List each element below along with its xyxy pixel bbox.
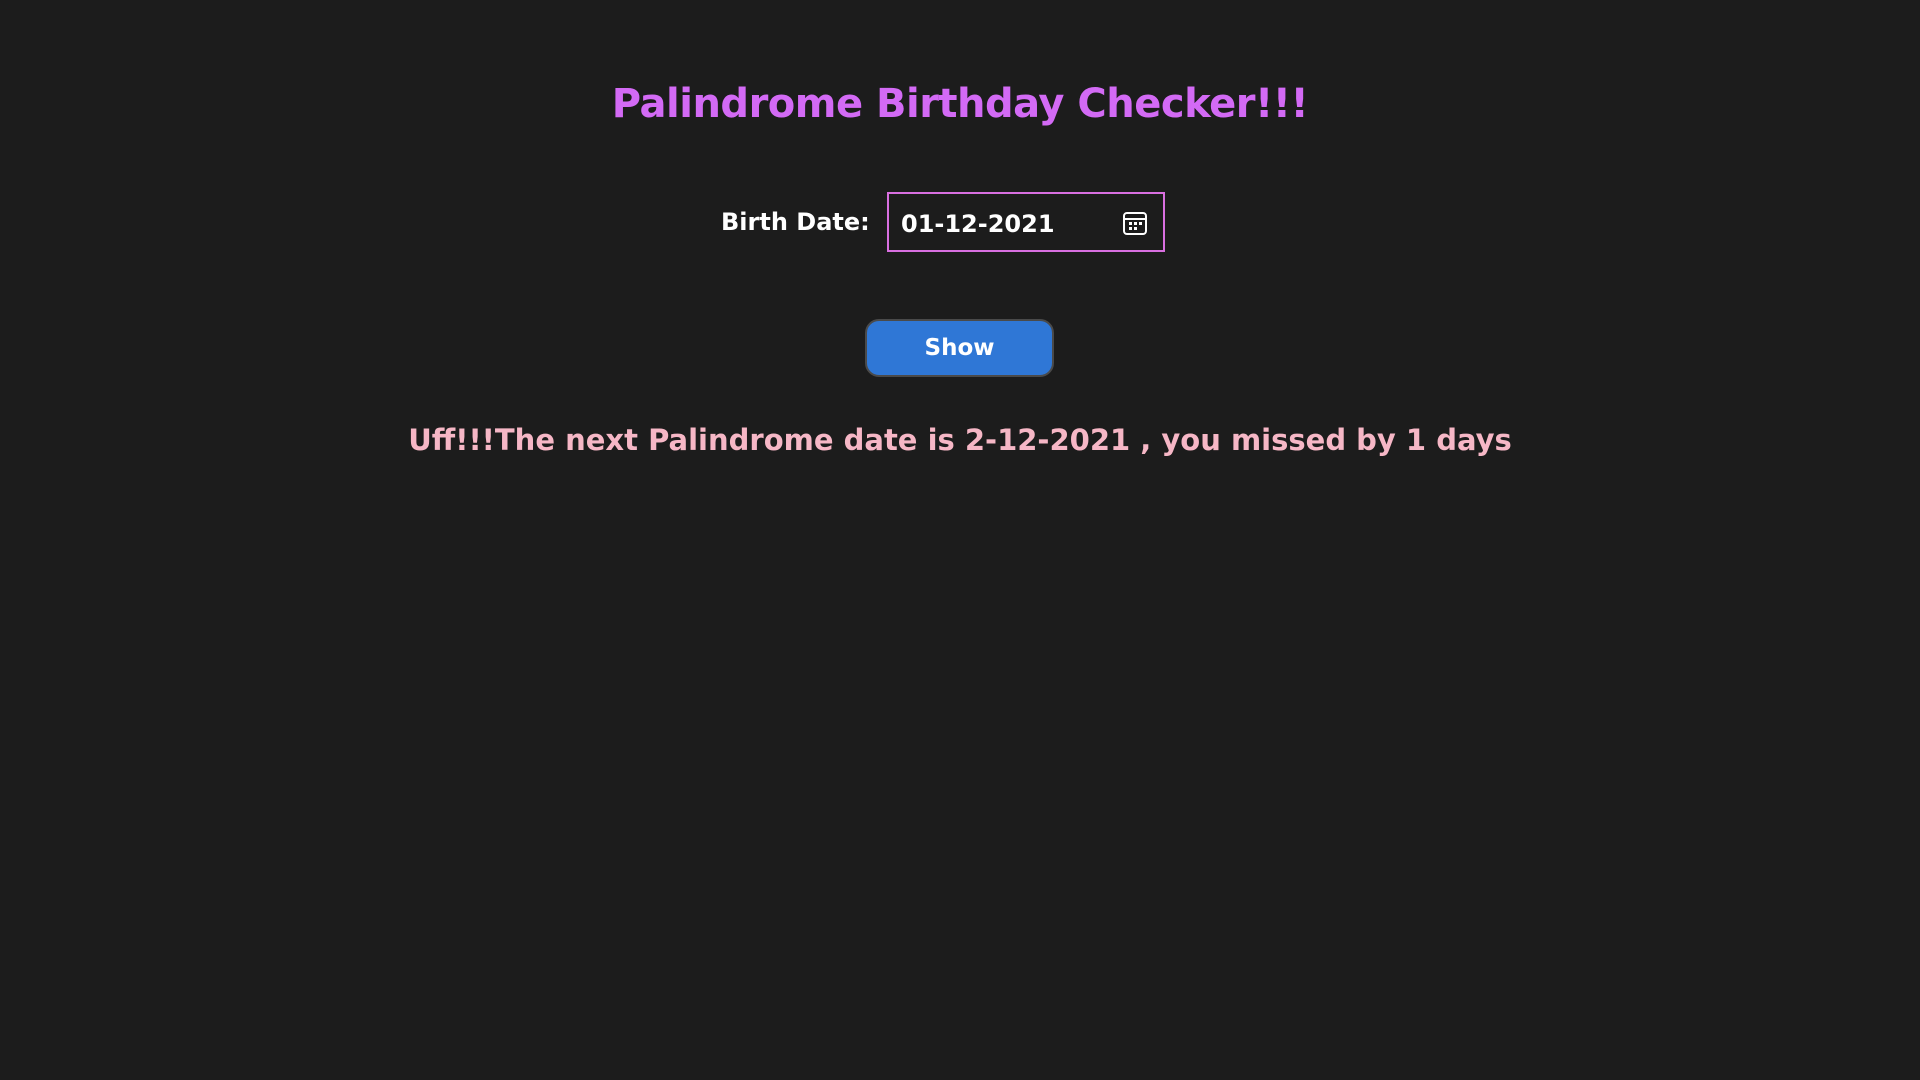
show-button[interactable]: Show [865, 319, 1054, 377]
calendar-icon[interactable] [1121, 209, 1149, 237]
birth-date-value: 01-12-2021 [901, 210, 1055, 238]
page: Palindrome Birthday Checker!!! Birth Dat… [0, 0, 1920, 1080]
birth-date-row: Birth Date: 01-12-2021 [0, 192, 1920, 252]
birth-date-input[interactable]: 01-12-2021 [887, 192, 1165, 252]
birth-date-label: Birth Date: [721, 208, 870, 236]
result-message: Uff!!!The next Palindrome date is 2-12-2… [408, 423, 1512, 457]
page-title: Palindrome Birthday Checker!!! [611, 81, 1309, 127]
